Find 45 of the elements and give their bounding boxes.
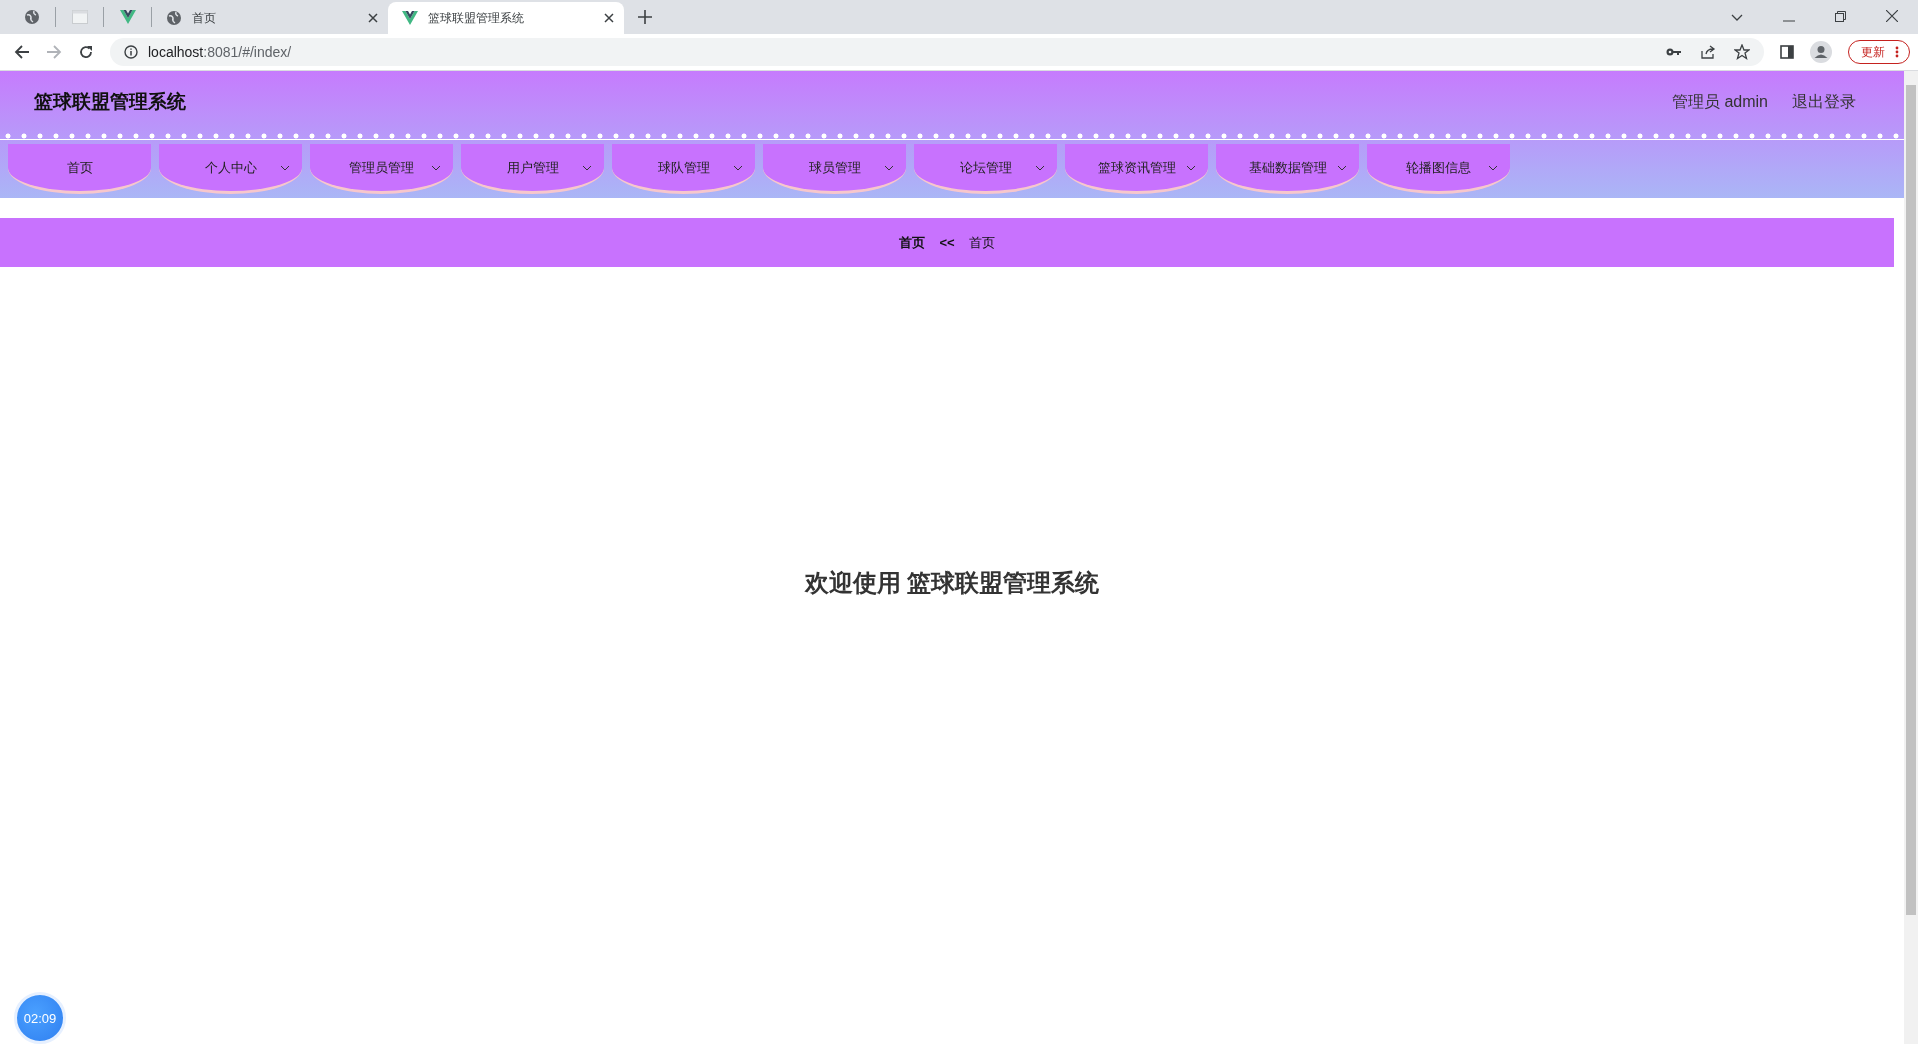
- update-button[interactable]: 更新: [1848, 40, 1910, 64]
- share-icon[interactable]: [1700, 44, 1716, 60]
- side-panel-icon[interactable]: [1780, 45, 1794, 59]
- back-arrow-icon[interactable]: [14, 44, 30, 60]
- breadcrumb-link[interactable]: 首页: [899, 233, 926, 252]
- close-icon[interactable]: [368, 13, 378, 23]
- browser-tab[interactable]: 首页: [152, 2, 388, 34]
- nav-menu-item[interactable]: 球员管理: [763, 144, 906, 194]
- v-logo-icon: [119, 10, 136, 24]
- nav-menu-item[interactable]: 轮播图信息: [1367, 144, 1510, 194]
- close-icon[interactable]: [604, 13, 614, 23]
- nav-menu-item[interactable]: 首页: [8, 144, 151, 194]
- user-label: 管理员 admin: [1671, 91, 1768, 112]
- key-icon[interactable]: [1666, 47, 1682, 57]
- nav-menu-item[interactable]: 个人中心: [159, 144, 302, 194]
- page-icon: [71, 10, 88, 24]
- chevron-down-icon[interactable]: [1731, 14, 1743, 22]
- nav-menu-item[interactable]: 管理员管理: [310, 144, 453, 194]
- profile-avatar-icon[interactable]: [1810, 41, 1832, 63]
- address-field[interactable]: localhost:8081/#/index/: [110, 38, 1764, 66]
- globe-icon: [166, 10, 182, 26]
- timer-badge: 02:09: [14, 992, 66, 1044]
- v-logo-icon: [402, 11, 418, 25]
- nav-menu-item[interactable]: 篮球资讯管理: [1065, 144, 1208, 194]
- nav-menu-item[interactable]: 基础数据管理: [1216, 144, 1359, 194]
- site-title: 篮球联盟管理系统: [34, 90, 186, 114]
- more-vertical-icon: [1895, 46, 1899, 58]
- star-icon[interactable]: [1734, 44, 1750, 60]
- logout-link[interactable]: 退出登录: [1792, 91, 1856, 113]
- tab-title: 篮球联盟管理系统: [428, 9, 525, 27]
- scrollbar[interactable]: [1904, 71, 1918, 1044]
- globe-icon: [23, 9, 40, 25]
- new-tab-icon[interactable]: [638, 10, 652, 24]
- nav-menu-item[interactable]: 论坛管理: [914, 144, 1057, 194]
- reload-icon[interactable]: [78, 44, 94, 60]
- tab-title: 首页: [192, 9, 217, 27]
- info-icon: [124, 45, 138, 59]
- breadcrumb-separator: <<: [939, 235, 955, 250]
- browser-tab[interactable]: 篮球联盟管理系统: [388, 2, 624, 34]
- nav-menu-item[interactable]: 用户管理: [461, 144, 604, 194]
- close-icon[interactable]: [1886, 10, 1898, 22]
- restore-icon[interactable]: [1835, 11, 1846, 22]
- breadcrumb-current: 首页: [968, 233, 995, 252]
- welcome-heading: 欢迎使用 篮球联盟管理系统: [804, 568, 1100, 598]
- nav-menu-item[interactable]: 球队管理: [612, 144, 755, 194]
